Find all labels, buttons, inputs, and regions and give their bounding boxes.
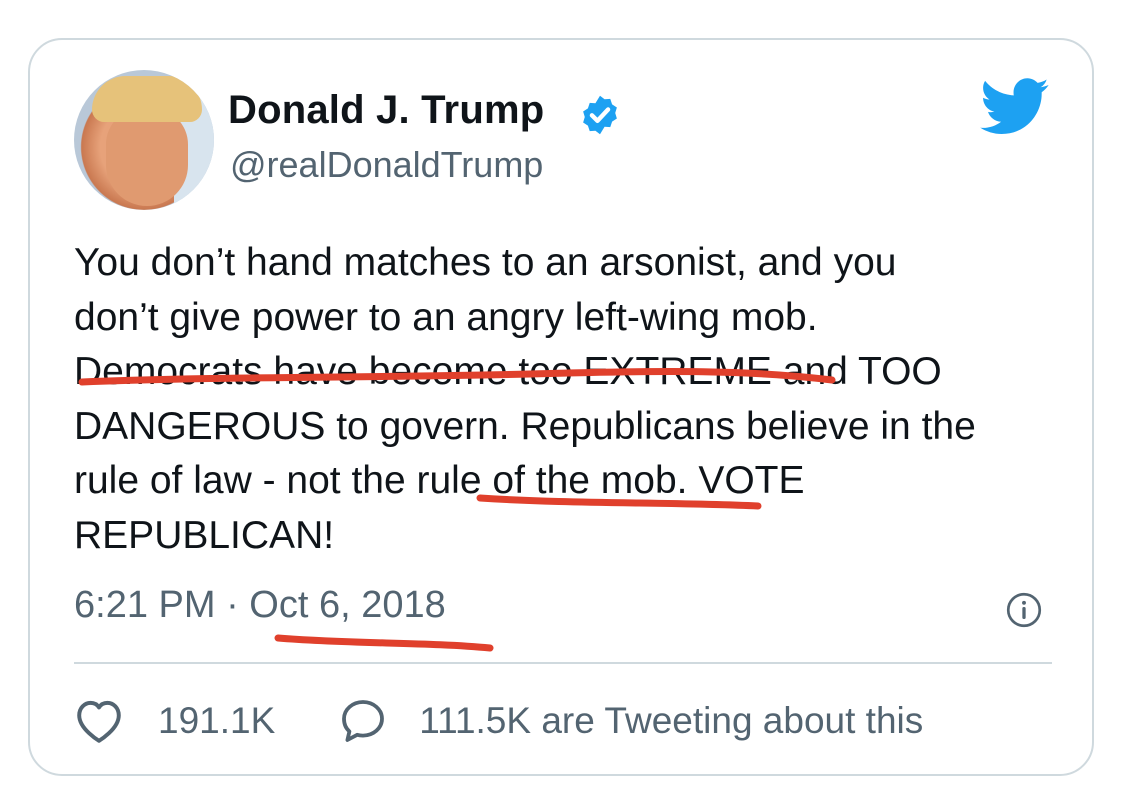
author-handle[interactable]: @realDonaldTrump bbox=[230, 144, 543, 186]
tweet-line: rule of law - not the rule of the mob. V… bbox=[74, 459, 805, 502]
author-name[interactable]: Donald J. Trump bbox=[228, 88, 544, 133]
verified-badge-icon bbox=[583, 95, 617, 135]
twitter-bird-icon[interactable] bbox=[980, 78, 1050, 136]
speech-bubble-icon[interactable] bbox=[339, 697, 387, 745]
tweet-actions: 191.1K 111.5K are Tweeting about this bbox=[74, 694, 1064, 748]
tweet-line: Democrats have become too EXTREME and TO… bbox=[74, 350, 942, 393]
avatar[interactable] bbox=[74, 70, 214, 210]
tweet-line: DANGEROUS to govern. Republicans believe… bbox=[74, 404, 976, 448]
tweet-timestamp[interactable]: 6:21 PM · Oct 6, 2018 bbox=[74, 584, 446, 627]
like-count[interactable]: 191.1K bbox=[158, 700, 275, 742]
tweet-line: don’t give power to an angry left-wing m… bbox=[74, 295, 818, 339]
info-icon[interactable] bbox=[1006, 592, 1042, 628]
tweet-line: You don’t hand matches to an arsonist, a… bbox=[74, 241, 897, 284]
divider bbox=[74, 662, 1052, 664]
tweet-text: You don’t hand matches to an arsonist, a… bbox=[74, 236, 1074, 563]
heart-icon[interactable] bbox=[74, 698, 124, 744]
red-underline bbox=[274, 634, 494, 652]
tweeting-count[interactable]: 111.5K are Tweeting about this bbox=[419, 700, 923, 742]
tweet-line: REPUBLICAN! bbox=[74, 513, 335, 557]
tweet-card[interactable]: Donald J. Trump @realDonaldTrump You don… bbox=[28, 38, 1094, 776]
